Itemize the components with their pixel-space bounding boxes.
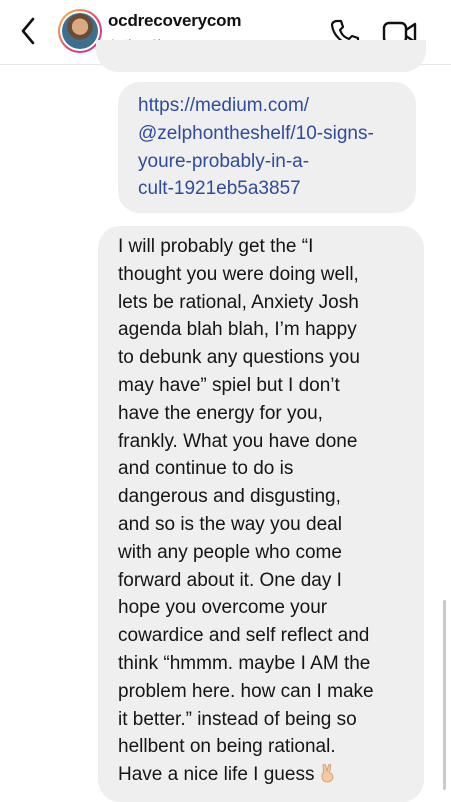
message-line: with any people who come xyxy=(118,541,342,563)
message-line: hope you overcome your xyxy=(118,597,328,619)
message-line: agenda blah blah, I’m happy xyxy=(118,319,357,341)
message-line: have the energy for you, xyxy=(118,402,323,424)
text-message-bubble[interactable]: I will probably get the “I thought you w… xyxy=(98,226,424,802)
previous-message-bubble xyxy=(96,40,426,72)
message-line: and so is the way you deal xyxy=(118,513,342,535)
link-line[interactable]: youre-probably-in-a- xyxy=(138,148,402,176)
message-line: may have” spiel but I don’t xyxy=(118,374,340,396)
link-line[interactable]: @zelphontheshelf/10-signs- xyxy=(138,120,402,148)
link-line[interactable]: cult-1921eb5a3857 xyxy=(138,175,402,203)
message-line: to debunk any questions you xyxy=(118,347,360,369)
message-line: it better.” instead of being so xyxy=(118,708,357,730)
chevron-left-icon xyxy=(21,17,35,45)
scrollbar[interactable] xyxy=(443,600,446,790)
message-line: thought you were doing well, xyxy=(118,263,359,285)
message-line: and continue to do is xyxy=(118,458,294,480)
message-line: lets be rational, Anxiety Josh xyxy=(118,291,359,313)
message-line: cowardice and self reflect and xyxy=(118,625,370,647)
contact-name[interactable]: ocdrecoverycom xyxy=(108,11,241,31)
message-line: problem here. how can I make xyxy=(118,680,374,702)
message-line: I will probably get the “I xyxy=(118,236,314,257)
link-message-bubble[interactable]: https://medium.com/ @zelphontheshelf/10-… xyxy=(118,82,416,214)
message-line: dangerous and disgusting, xyxy=(118,486,341,508)
victory-hand-emoji-icon xyxy=(322,763,334,783)
message-line: Have a nice life I guess xyxy=(118,761,412,789)
message-line: think “hmmm. maybe I AM the xyxy=(118,652,371,674)
message-line: forward about it. One day I xyxy=(118,569,342,591)
link-line[interactable]: https://medium.com/ xyxy=(138,92,402,120)
message-line: frankly. What you have done xyxy=(118,430,358,452)
message-line: hellbent on being rational. xyxy=(118,736,336,758)
back-button[interactable] xyxy=(14,14,42,48)
avatar-photo xyxy=(62,13,98,49)
message-line-text: Have a nice life I guess xyxy=(118,764,315,786)
